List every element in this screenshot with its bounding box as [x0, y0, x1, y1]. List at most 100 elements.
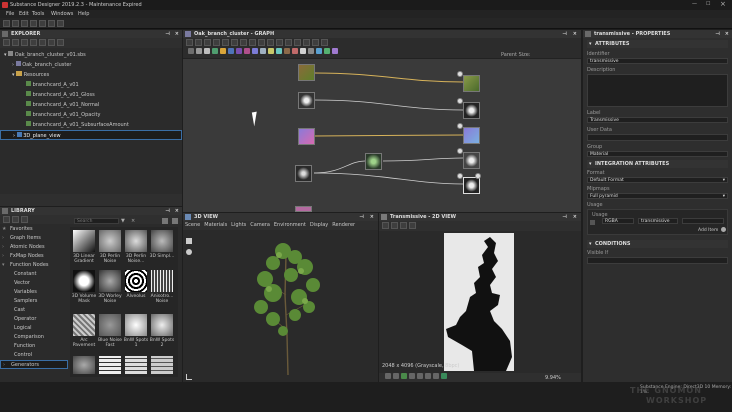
bitmap-node-opacity[interactable] — [298, 92, 315, 109]
library-category[interactable]: Logical — [0, 324, 68, 333]
output-socket-icon[interactable] — [457, 173, 463, 179]
output-node-opacity[interactable] — [463, 102, 480, 119]
library-category[interactable]: Comparison — [0, 333, 68, 342]
more-icon[interactable] — [321, 39, 328, 46]
minimize-icon[interactable]: — — [692, 1, 697, 7]
view3d-menu-renderer[interactable]: Renderer — [332, 222, 355, 228]
library-item-thumbnail[interactable] — [99, 270, 121, 292]
identifier-field[interactable]: transmissive — [587, 58, 728, 64]
normal-node-icon[interactable] — [252, 48, 258, 54]
output-socket-icon[interactable] — [475, 173, 481, 179]
remove-icon[interactable] — [590, 220, 595, 225]
emboss-node-icon[interactable] — [268, 48, 274, 54]
library-category[interactable]: ★ Favorites — [0, 225, 68, 234]
histogram-icon[interactable] — [425, 373, 431, 379]
output-socket-icon[interactable] — [457, 123, 463, 129]
close-icon[interactable]: × — [370, 213, 374, 221]
pin-icon[interactable]: ⊣ — [562, 213, 567, 221]
blur-node-icon[interactable] — [260, 48, 266, 54]
align-icon[interactable] — [231, 39, 238, 46]
library-item-thumbnail[interactable] — [125, 356, 147, 374]
library-category[interactable]: › FxMap Nodes — [0, 252, 68, 261]
view3d-menu-materials[interactable]: Materials — [204, 222, 227, 228]
library-category[interactable]: › Graph Items — [0, 234, 68, 243]
library-item-thumbnail[interactable] — [73, 314, 95, 336]
visible-if-field[interactable] — [587, 257, 728, 264]
tools-icon[interactable] — [294, 39, 301, 46]
channel-green-icon[interactable] — [393, 373, 399, 379]
distance-node-icon[interactable] — [276, 48, 282, 54]
invert-node[interactable] — [365, 153, 382, 170]
library-category[interactable]: Vector — [0, 279, 68, 288]
fxmap-node-icon[interactable] — [332, 48, 338, 54]
mipmaps-select[interactable]: Full pyramid ▾ — [587, 193, 728, 199]
library-item-thumbnail[interactable] — [151, 356, 173, 374]
info-icon[interactable] — [409, 222, 416, 229]
link-icon[interactable] — [258, 39, 265, 46]
output-socket-icon[interactable] — [457, 71, 463, 77]
tile-node-icon[interactable] — [244, 48, 250, 54]
view3d-menu-lights[interactable]: Lights — [231, 222, 246, 228]
channel-alpha-icon[interactable] — [409, 373, 415, 379]
tree-item-package[interactable]: ▾ Oak_branch_cluster_v01.sbs — [0, 50, 182, 60]
folder-icon[interactable] — [12, 216, 19, 223]
library-category[interactable]: ▾ Function Nodes — [0, 261, 68, 270]
curve-node-icon[interactable] — [204, 48, 210, 54]
bookmark-icon[interactable] — [276, 39, 283, 46]
label-field[interactable]: Transmissive — [587, 117, 728, 123]
view3d-menu-display[interactable]: Display — [310, 222, 328, 228]
output-socket-icon[interactable] — [457, 98, 463, 104]
tree-item-bitmap[interactable]: branchcard_A_v01 — [0, 80, 182, 90]
library-item-thumbnail[interactable] — [99, 356, 121, 374]
tiling-icon[interactable] — [417, 373, 423, 379]
sharpen-node-icon[interactable] — [292, 48, 298, 54]
library-category[interactable]: Samplers — [0, 297, 68, 306]
save-image-icon[interactable] — [391, 222, 398, 229]
import-icon[interactable] — [30, 39, 37, 46]
usage-colorspace-select[interactable] — [682, 218, 724, 224]
blend-node-icon[interactable] — [188, 48, 194, 54]
save-all-icon[interactable] — [39, 20, 46, 27]
library-category[interactable]: Variables — [0, 288, 68, 297]
zoom-icon[interactable] — [222, 39, 229, 46]
group-field[interactable]: Material — [587, 151, 728, 157]
tree-item-resources[interactable]: ▾ Resources — [0, 70, 182, 80]
light-icon[interactable] — [186, 249, 192, 255]
menu-windows[interactable]: Windows — [51, 11, 73, 17]
export-icon[interactable] — [400, 222, 407, 229]
settings-icon[interactable] — [312, 39, 319, 46]
add-icon[interactable] — [721, 227, 726, 232]
camera-icon[interactable] — [186, 238, 192, 244]
export-icon[interactable] — [285, 39, 292, 46]
view-icon[interactable] — [303, 39, 310, 46]
usage-components-select[interactable]: RGBA — [602, 218, 634, 224]
bitmap-node-basecolor[interactable] — [298, 64, 315, 81]
library-item-thumbnail[interactable] — [73, 270, 95, 292]
user-data-field[interactable] — [587, 134, 728, 141]
view3d-menu-environment[interactable]: Environment — [274, 222, 306, 228]
library-category[interactable]: › Atomic Nodes — [0, 243, 68, 252]
library-item-thumbnail[interactable] — [151, 270, 173, 292]
maximize-icon[interactable]: ☐ — [706, 1, 710, 7]
bitmap-node-gloss[interactable] — [295, 165, 312, 182]
library-category[interactable]: Function — [0, 342, 68, 351]
tree-item-bitmap[interactable]: branchcard_A_v01_Normal — [0, 100, 182, 110]
output-node-transmissive[interactable] — [463, 177, 480, 194]
attributes-section[interactable]: ATTRIBUTES — [587, 40, 728, 48]
conditions-section[interactable]: CONDITIONS — [587, 240, 728, 248]
tree-item-graph[interactable]: › Oak_branch_cluster — [0, 60, 182, 70]
redo-icon[interactable] — [57, 20, 64, 27]
output-node-basecolor[interactable] — [463, 75, 480, 92]
tree-item-bitmap[interactable]: branchcard_A_v01_SubsurfaceAmount — [0, 120, 182, 130]
layout-icon[interactable] — [240, 39, 247, 46]
description-field[interactable] — [587, 74, 728, 107]
levels-node-icon[interactable] — [196, 48, 202, 54]
open-folder-icon[interactable] — [21, 20, 28, 27]
texture-preview[interactable] — [444, 233, 514, 371]
grid-view-icon[interactable] — [162, 218, 168, 224]
channel-blue-icon[interactable] — [401, 373, 407, 379]
library-category-selected[interactable]: › Generators — [0, 360, 68, 369]
bitmap-node-partial[interactable] — [295, 206, 312, 212]
pin-icon[interactable]: ⊣ — [165, 207, 170, 215]
filter-icon[interactable] — [39, 39, 46, 46]
